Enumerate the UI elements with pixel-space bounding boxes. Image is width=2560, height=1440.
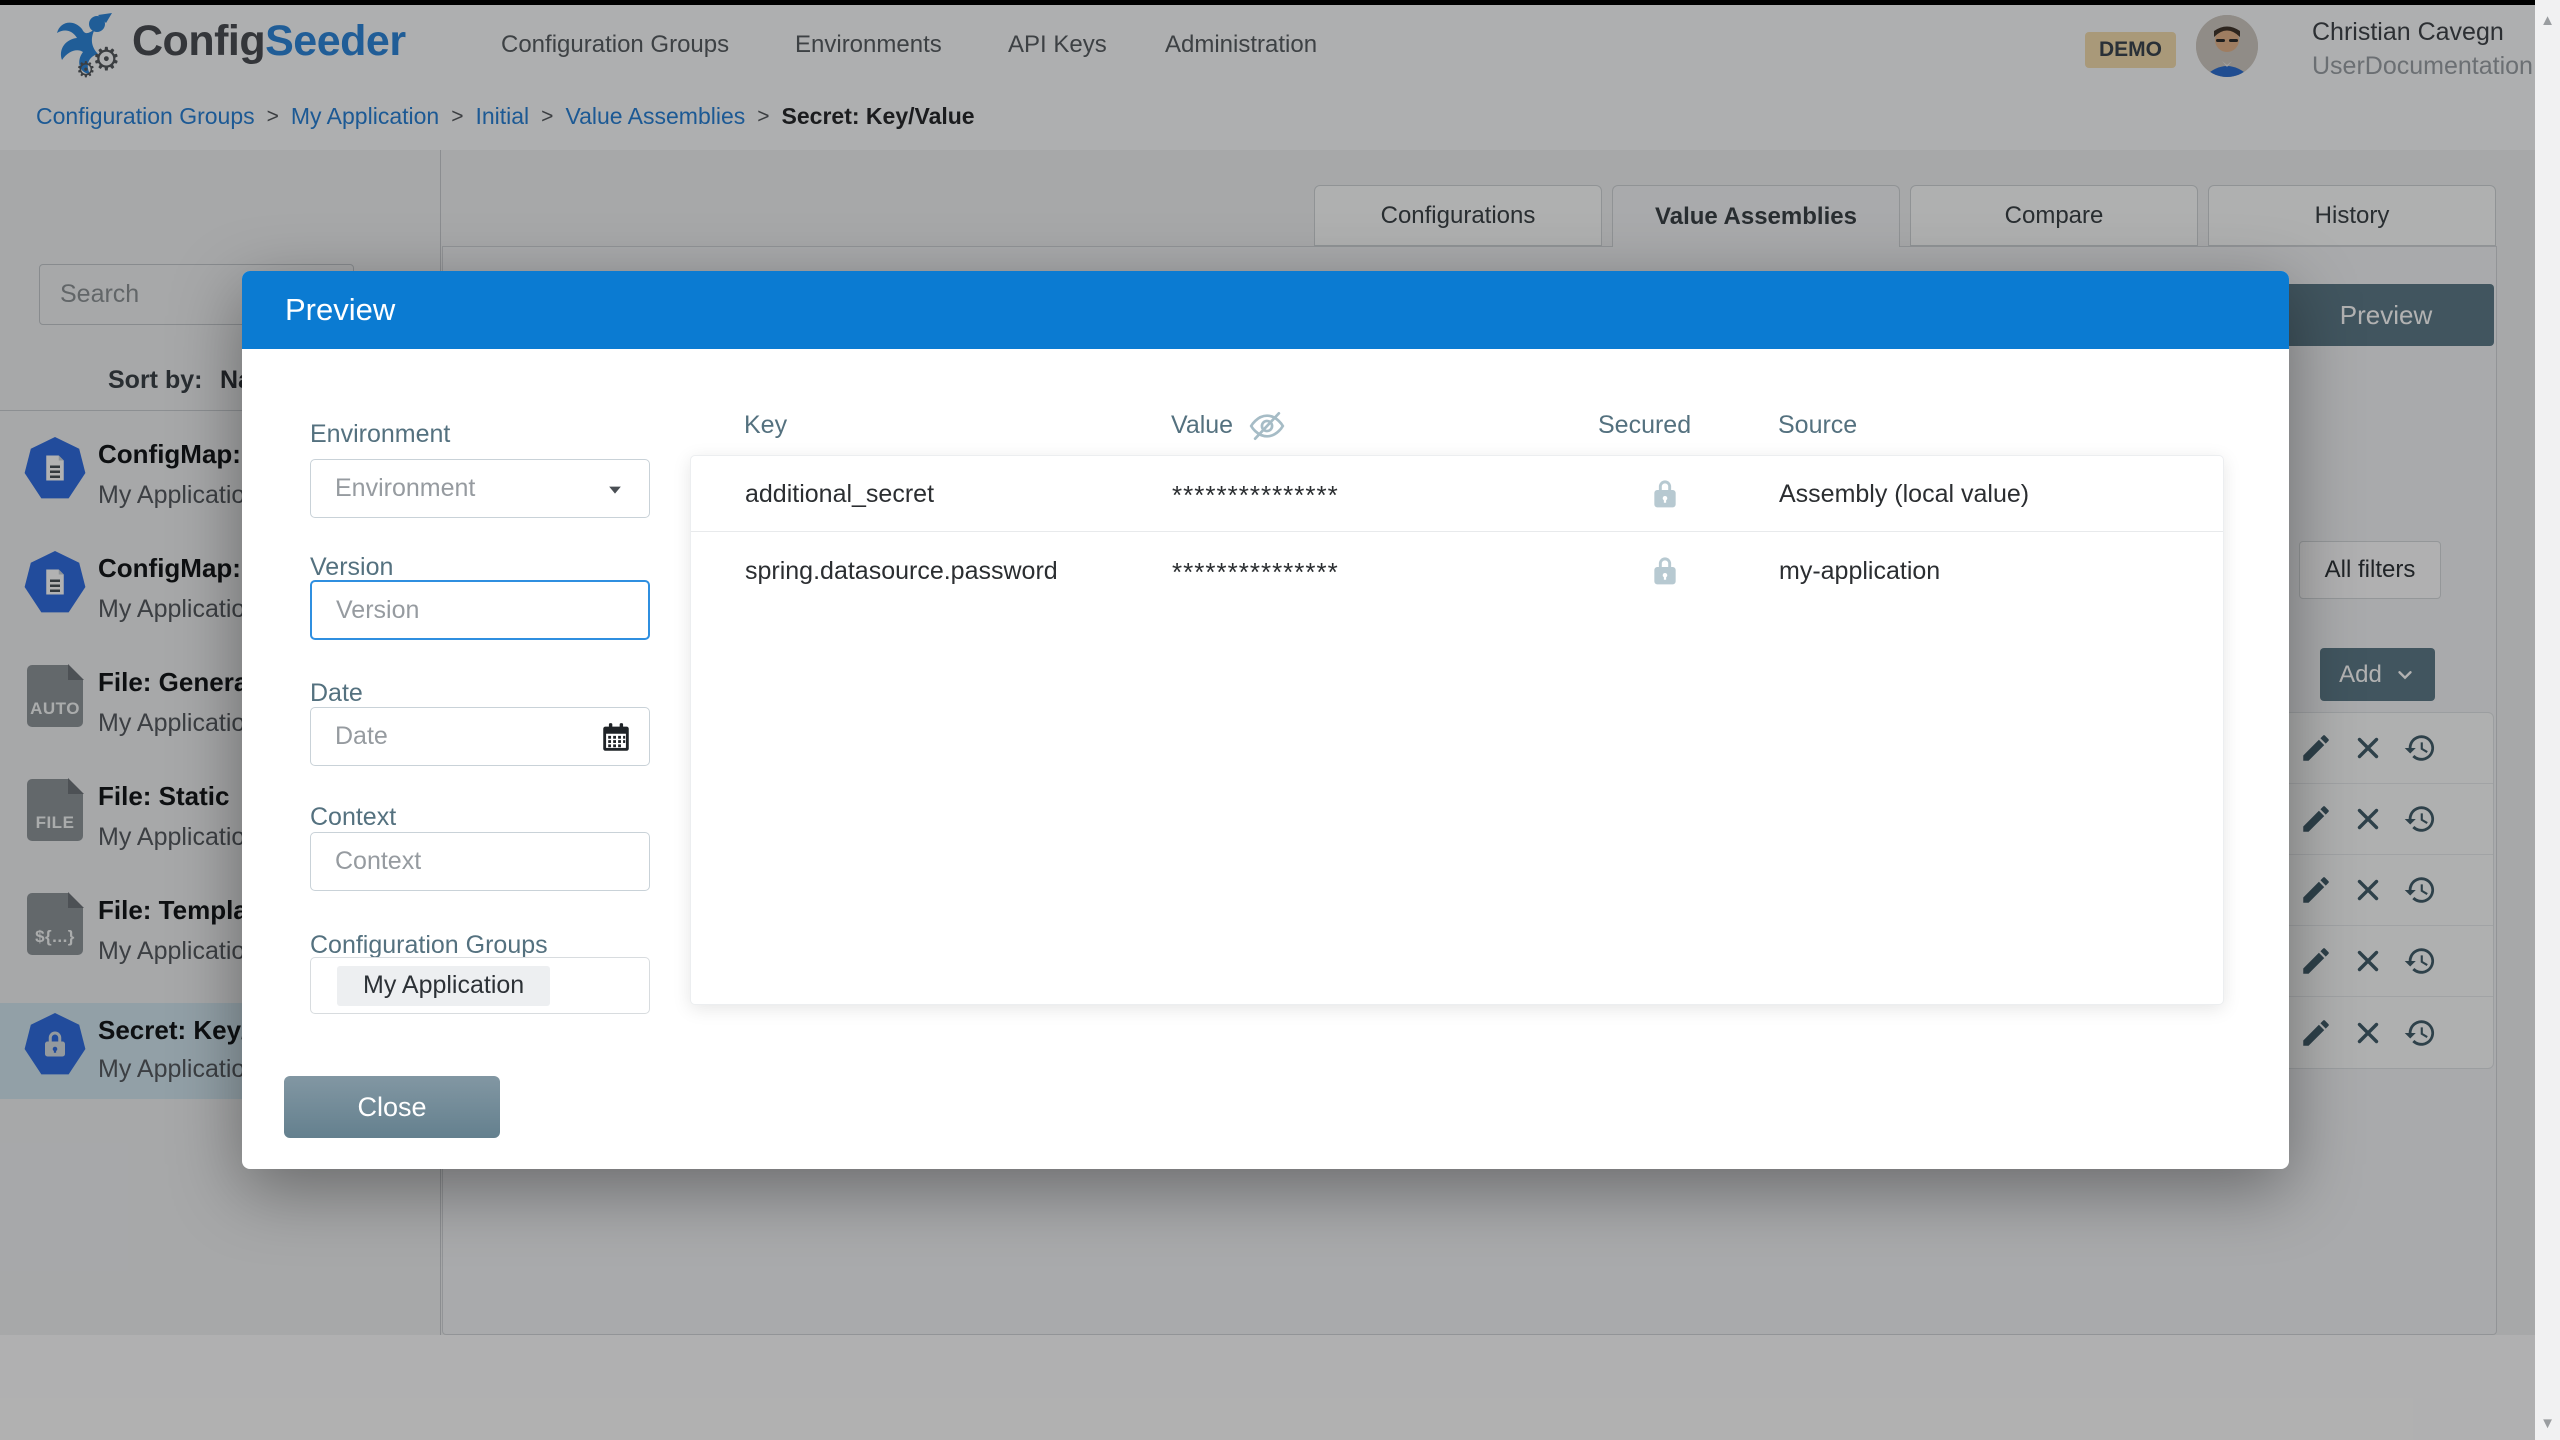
eye-slash-icon[interactable]: [1248, 407, 1286, 445]
scroll-up-icon[interactable]: ▲: [2535, 5, 2560, 35]
top-edge-bar: [0, 0, 2535, 5]
calendar-icon[interactable]: [599, 721, 633, 755]
group-chip-my-application[interactable]: My Application: [337, 966, 550, 1006]
table-header-key: Key: [744, 411, 787, 440]
date-field-wrap: [310, 707, 650, 766]
table-header-source: Source: [1778, 411, 1857, 440]
modal-title: Preview: [285, 292, 395, 328]
version-input[interactable]: [312, 582, 648, 638]
row-masked-value: ***************: [1172, 480, 1339, 511]
preview-results-card: additional_secret *************** Assemb…: [690, 455, 2224, 1005]
configuration-groups-label: Configuration Groups: [310, 931, 548, 960]
environment-label: Environment: [310, 420, 450, 449]
environment-select-value: Environment: [335, 474, 475, 503]
context-label: Context: [310, 803, 396, 832]
context-field-wrap: [310, 832, 650, 891]
version-label: Version: [310, 553, 393, 582]
modal-header: Preview: [242, 271, 2289, 349]
table-header-value: Value: [1171, 411, 1233, 440]
browser-scrollbar[interactable]: ▲ ▼: [2535, 0, 2560, 1440]
date-label: Date: [310, 679, 363, 708]
environment-select[interactable]: Environment: [310, 459, 650, 518]
context-input[interactable]: [311, 833, 649, 890]
row-source: Assembly (local value): [1779, 480, 2029, 509]
row-source: my-application: [1779, 557, 1940, 586]
scroll-down-icon[interactable]: ▼: [2535, 1408, 2560, 1438]
row-key: spring.datasource.password: [745, 557, 1058, 586]
version-field-wrap: [310, 580, 650, 640]
close-button[interactable]: Close: [284, 1076, 500, 1138]
table-row[interactable]: additional_secret *************** Assemb…: [691, 456, 2223, 532]
lock-icon: [1649, 553, 1681, 589]
preview-modal: Preview Environment Environment Version …: [242, 271, 2289, 1169]
row-key: additional_secret: [745, 480, 934, 509]
lock-icon: [1649, 476, 1681, 512]
caret-down-icon: [601, 475, 629, 503]
configuration-groups-box: My Application: [310, 957, 650, 1014]
table-row[interactable]: spring.datasource.password *************…: [691, 533, 2223, 609]
row-masked-value: ***************: [1172, 557, 1339, 588]
table-header-secured: Secured: [1598, 411, 1691, 440]
